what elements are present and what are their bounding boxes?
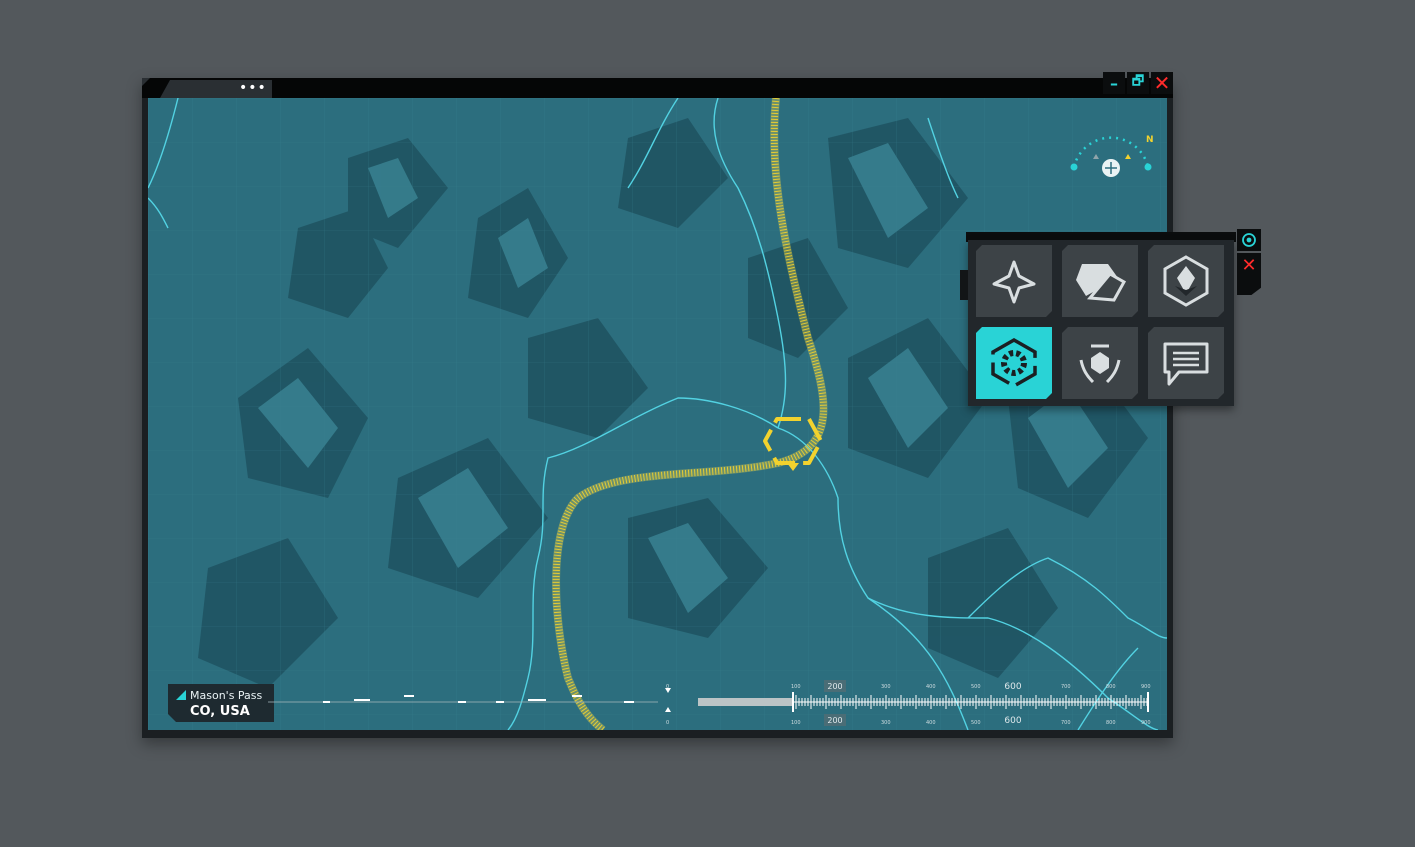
compass-icon: N <box>1070 135 1154 177</box>
scale-tick-label: 700 <box>1061 720 1071 726</box>
tool-drone-button[interactable] <box>1148 245 1224 317</box>
close-button[interactable]: ✕ <box>1151 71 1173 95</box>
scale-tick-label: 900 <box>1141 720 1151 726</box>
terrain-map <box>148 98 1167 730</box>
scale-dashes <box>323 695 634 703</box>
menu-dots-icon[interactable]: ••• <box>239 79 267 97</box>
palette-pin-button[interactable] <box>1237 229 1261 251</box>
target-icon <box>1242 233 1256 247</box>
tool-palette-body <box>960 240 1234 406</box>
map-window: ••• – 🗗 ✕ N Mason's Pass CO, USA 200 200… <box>142 71 1173 738</box>
restore-button[interactable]: 🗗 <box>1127 72 1149 94</box>
scale-labels-top: 0 100 300 400 500 700 800 900 <box>666 684 1151 690</box>
scale-tick-label: 100 <box>791 684 801 690</box>
scale-major-bottom-2: 600 <box>1004 716 1021 726</box>
tool-settings-button[interactable] <box>976 327 1052 399</box>
palette-controls-tail <box>1237 277 1261 295</box>
gear-icon <box>987 336 1041 390</box>
scale-major-top: 200 <box>827 682 842 691</box>
title-bar[interactable]: ••• – 🗗 ✕ <box>142 71 1173 98</box>
scale-tick-label: 700 <box>1061 684 1071 690</box>
compass-north-label: N <box>1146 135 1154 145</box>
scale-tick-label: 400 <box>926 684 936 690</box>
tool-tripod-button[interactable] <box>976 245 1052 317</box>
drone-icon <box>1161 254 1211 308</box>
tripod-icon <box>989 256 1039 306</box>
scale-tick-label: 0 <box>666 684 669 690</box>
scale-arrow-up-icon <box>665 707 671 712</box>
tool-palette-handle[interactable] <box>960 270 968 300</box>
scale-tick-label: 300 <box>881 684 891 690</box>
scale-labels-bottom: 0 100 300 400 500 700 800 900 <box>666 720 1151 726</box>
scale-tick-label: 100 <box>791 720 801 726</box>
tool-message-button[interactable] <box>1148 327 1224 399</box>
tool-palette-controls: ✕ <box>1237 229 1261 299</box>
tool-palette <box>960 232 1236 406</box>
scale-thumb <box>698 698 793 706</box>
scale-tick-label: 400 <box>926 720 936 726</box>
scale-bar[interactable]: 200 200 600 600 0 100 300 400 500 700 800 900 0… <box>148 678 1167 730</box>
scale-tick-label: 900 <box>1141 684 1151 690</box>
scale-major-top-2: 600 <box>1004 682 1021 692</box>
window-controls: – 🗗 ✕ <box>1103 71 1173 95</box>
scale-tick-label: 300 <box>881 720 891 726</box>
palette-close-button[interactable]: ✕ <box>1237 253 1261 277</box>
compass-widget[interactable]: N <box>1066 122 1156 182</box>
scale-tick-label: 500 <box>971 684 981 690</box>
tool-radar-button[interactable] <box>1062 327 1138 399</box>
map-canvas[interactable]: N Mason's Pass CO, USA 200 200 600 600 0… <box>148 98 1167 730</box>
chat-icon <box>1159 336 1213 390</box>
polygon-icon <box>1072 256 1128 306</box>
scale-tick-label: 500 <box>971 720 981 726</box>
minimize-button[interactable]: – <box>1103 72 1125 94</box>
scale-major-bottom: 200 <box>827 716 842 725</box>
scale-tick-label: 800 <box>1106 684 1116 690</box>
title-corner <box>142 78 150 86</box>
tool-polygon-button[interactable] <box>1062 245 1138 317</box>
scale-tick-label: 800 <box>1106 720 1116 726</box>
scale-tick-label: 0 <box>666 720 669 726</box>
radar-icon <box>1073 336 1127 390</box>
